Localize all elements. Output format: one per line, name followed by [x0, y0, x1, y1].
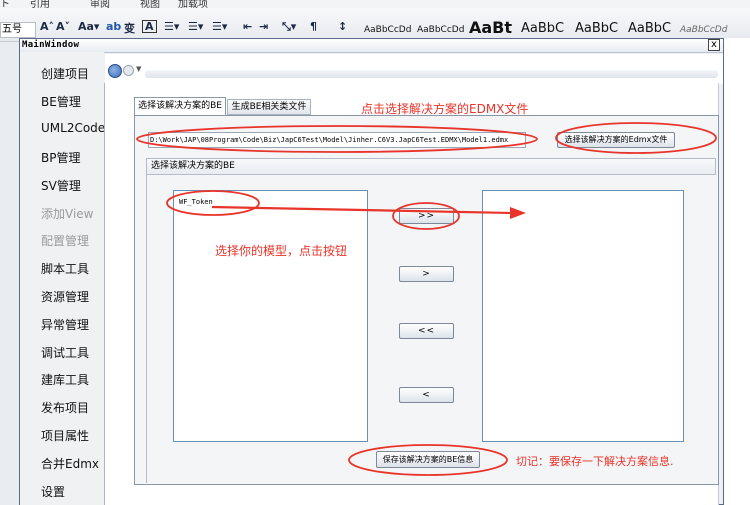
- multilevel-icon[interactable]: ☰▾: [212, 20, 227, 33]
- style-sample[interactable]: AaBbC: [575, 21, 618, 36]
- style-sample[interactable]: AaBbCcDd: [364, 25, 411, 35]
- selected-be-list[interactable]: [482, 190, 684, 442]
- ribbon-tab[interactable]: ト: [0, 0, 10, 8]
- style-sample[interactable]: AaBbC: [521, 21, 564, 36]
- line-spacing-icon[interactable]: ↕: [338, 20, 347, 33]
- available-be-list[interactable]: WF_Token: [173, 190, 368, 442]
- style-sample[interactable]: AaBbCcDd: [417, 25, 464, 35]
- sidebar-item-create-project[interactable]: 创建项目: [41, 65, 89, 82]
- bullets-icon[interactable]: ☰▾: [164, 20, 179, 33]
- sidebar-item-exception-manage[interactable]: 异常管理: [41, 316, 89, 333]
- sidebar-item-uml2code[interactable]: UML2Code: [41, 121, 105, 135]
- select-edmx-button[interactable]: 选择该解决方案的Edmx文件: [557, 132, 675, 148]
- style-sample[interactable]: AaBbCcDd: [680, 25, 727, 35]
- document-page-edge: [724, 38, 750, 505]
- word-ribbon-tabs: ト 引用 审阅 视图 加载项: [0, 0, 750, 8]
- annotation-tab-hint: 点击选择解决方案的EDMX文件: [361, 102, 529, 116]
- shrink-font-icon[interactable]: A˅: [56, 20, 70, 33]
- show-marks-icon[interactable]: ¶: [310, 20, 317, 33]
- sidebar-item-sv-manage[interactable]: SV管理: [41, 177, 81, 194]
- change-case-icon[interactable]: Aa▾: [78, 20, 99, 33]
- window-title: MainWindow: [22, 40, 80, 50]
- sidebar: 创建项目 BE管理 UML2Code BP管理 SV管理 添加View 配置管理…: [20, 52, 105, 505]
- move-right-button[interactable]: >: [399, 266, 454, 282]
- style-sample[interactable]: AaBbC: [628, 21, 671, 36]
- navigation-track: [145, 70, 718, 78]
- tab-generate-be-files[interactable]: 生成BE相关类文件: [227, 99, 311, 115]
- ribbon-tab[interactable]: 加载项: [178, 0, 208, 8]
- char-border-icon[interactable]: 变: [124, 20, 135, 36]
- list-item[interactable]: WF_Token: [179, 198, 213, 206]
- forward-icon[interactable]: [123, 65, 134, 76]
- save-be-button[interactable]: 保存该解决方案的BE信息: [376, 451, 480, 468]
- sidebar-item-add-view[interactable]: 添加View: [41, 205, 93, 222]
- style-sample[interactable]: AaBt: [469, 18, 512, 37]
- move-all-left-button[interactable]: <<: [399, 323, 454, 339]
- tab-select-be[interactable]: 选择该解决方案的BE: [134, 97, 226, 115]
- sidebar-item-db-tools[interactable]: 建库工具: [41, 371, 89, 388]
- decrease-indent-icon[interactable]: ⇤: [243, 20, 252, 33]
- window-title-bar: MainWindow x: [20, 39, 723, 53]
- sidebar-item-script-tools[interactable]: 脚本工具: [41, 260, 89, 277]
- grow-font-icon[interactable]: A˄: [40, 20, 54, 33]
- close-button[interactable]: x: [708, 39, 720, 51]
- sidebar-item-merge-edmx[interactable]: 合并Edmx: [41, 455, 99, 472]
- navigation-bar: ▼: [105, 54, 723, 84]
- sidebar-item-project-properties[interactable]: 项目属性: [41, 427, 89, 444]
- sidebar-item-publish-project[interactable]: 发布项目: [41, 399, 89, 416]
- font-size-box[interactable]: 五号: [0, 22, 36, 38]
- sidebar-item-be-manage[interactable]: BE管理: [41, 93, 81, 110]
- sort-icon[interactable]: ⤡▾: [282, 20, 296, 34]
- sidebar-item-resource-manage[interactable]: 资源管理: [41, 288, 89, 305]
- sidebar-item-bp-manage[interactable]: BP管理: [41, 149, 80, 166]
- edmx-path-field[interactable]: D:\Work\JAP\08Program\Code\Biz\JapC6Test…: [148, 132, 526, 148]
- sidebar-item-debug-tools[interactable]: 调试工具: [41, 344, 89, 361]
- move-all-right-button[interactable]: >>: [399, 208, 454, 224]
- ribbon-tab[interactable]: 视图: [140, 0, 160, 8]
- annotation-model-hint: 选择你的模型，点击按钮: [215, 244, 348, 258]
- char-box-icon[interactable]: A: [142, 20, 157, 33]
- back-icon[interactable]: [108, 64, 122, 78]
- be-group-header: 选择该解决方案的BE: [146, 158, 716, 175]
- screenshot-root: ト 引用 审阅 视图 加载项 五号 A˄ A˅ Aa▾ ab 变 A ☰▾ ☰▾…: [0, 0, 750, 505]
- sidebar-item-settings[interactable]: 设置: [41, 483, 65, 500]
- ribbon-tab[interactable]: 审阅: [90, 0, 110, 8]
- move-left-button[interactable]: <: [399, 387, 454, 403]
- sidebar-item-config-manage[interactable]: 配置管理: [41, 232, 89, 249]
- chevron-down-icon[interactable]: ▼: [136, 65, 141, 73]
- increase-indent-icon[interactable]: ⇥: [259, 20, 268, 33]
- phonetic-icon[interactable]: ab: [106, 20, 121, 33]
- ribbon-tab[interactable]: 引用: [30, 0, 50, 8]
- numbering-icon[interactable]: ☰▾: [188, 20, 203, 33]
- annotation-save-hint: 切记：要保存一下解决方案信息.: [516, 455, 674, 468]
- word-ribbon: 五号 A˄ A˅ Aa▾ ab 变 A ☰▾ ☰▾ ☰▾ ⇤ ⇥ ⤡▾ ¶ ↕ …: [0, 8, 750, 60]
